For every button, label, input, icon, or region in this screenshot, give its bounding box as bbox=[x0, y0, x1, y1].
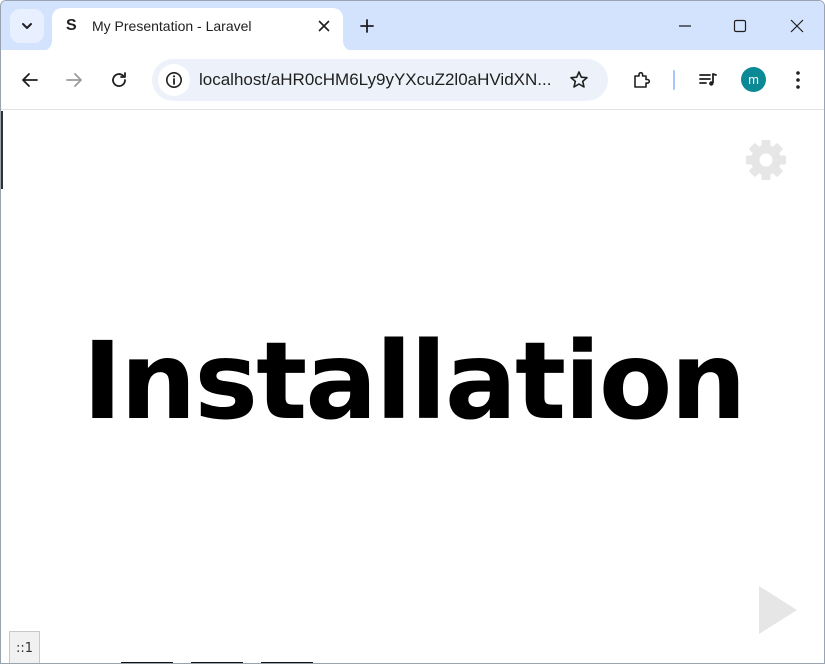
browser-toolbar: localhost/aHR0cHM6Ly9yYXcuZ2l0aHVidXN...… bbox=[1, 50, 824, 110]
browser-menu-button[interactable] bbox=[782, 64, 814, 96]
playlist-icon bbox=[699, 73, 717, 86]
play-triangle-icon bbox=[759, 586, 797, 634]
maximize-icon bbox=[733, 19, 746, 32]
browser-window: S My Presentation - Laravel localhost/aH… bbox=[0, 0, 825, 664]
tab-title: My Presentation - Laravel bbox=[92, 18, 252, 34]
forward-button[interactable] bbox=[58, 64, 90, 96]
tab-favicon: S bbox=[66, 17, 77, 34]
site-info-button[interactable] bbox=[158, 64, 190, 96]
tab-active[interactable]: S My Presentation - Laravel bbox=[52, 8, 343, 51]
info-icon bbox=[166, 72, 182, 88]
minimize-button[interactable] bbox=[656, 1, 713, 50]
tab-strip: S My Presentation - Laravel bbox=[1, 1, 824, 51]
url-text[interactable]: localhost/aHR0cHM6Ly9yYXcuZ2l0aHVidXN... bbox=[199, 70, 559, 90]
puzzle-icon bbox=[634, 71, 651, 88]
toolbar-divider bbox=[673, 70, 675, 90]
close-window-button[interactable] bbox=[768, 1, 824, 50]
chevron-down-icon bbox=[22, 23, 32, 29]
profile-avatar[interactable]: m bbox=[741, 67, 766, 92]
bookmark-button[interactable] bbox=[564, 65, 594, 95]
gear-icon bbox=[746, 140, 786, 180]
new-tab-button[interactable] bbox=[354, 13, 380, 39]
page-left-edge bbox=[1, 111, 3, 189]
maximize-button[interactable] bbox=[711, 1, 768, 50]
presentation-page: Installation ::1 bbox=[1, 111, 824, 663]
close-icon bbox=[790, 19, 803, 32]
arrow-left-icon bbox=[22, 73, 38, 87]
address-bar[interactable]: localhost/aHR0cHM6Ly9yYXcuZ2l0aHVidXN... bbox=[152, 59, 608, 101]
settings-button[interactable] bbox=[744, 138, 788, 182]
reload-icon bbox=[112, 72, 126, 87]
minimize-icon bbox=[678, 24, 691, 27]
status-tag: ::1 bbox=[9, 631, 41, 663]
tab-close-button[interactable] bbox=[314, 16, 334, 36]
kebab-menu-icon bbox=[796, 71, 800, 89]
star-icon bbox=[570, 71, 588, 88]
plus-icon bbox=[360, 19, 374, 33]
slide-heading: Installation bbox=[82, 320, 746, 444]
media-controls-button[interactable] bbox=[692, 64, 724, 96]
arrow-right-icon bbox=[66, 73, 82, 87]
reload-button[interactable] bbox=[103, 64, 135, 96]
close-icon bbox=[318, 20, 330, 32]
next-slide-button[interactable] bbox=[758, 585, 798, 635]
back-button[interactable] bbox=[14, 64, 46, 96]
extensions-button[interactable] bbox=[626, 64, 658, 96]
tab-search-button[interactable] bbox=[10, 9, 44, 43]
